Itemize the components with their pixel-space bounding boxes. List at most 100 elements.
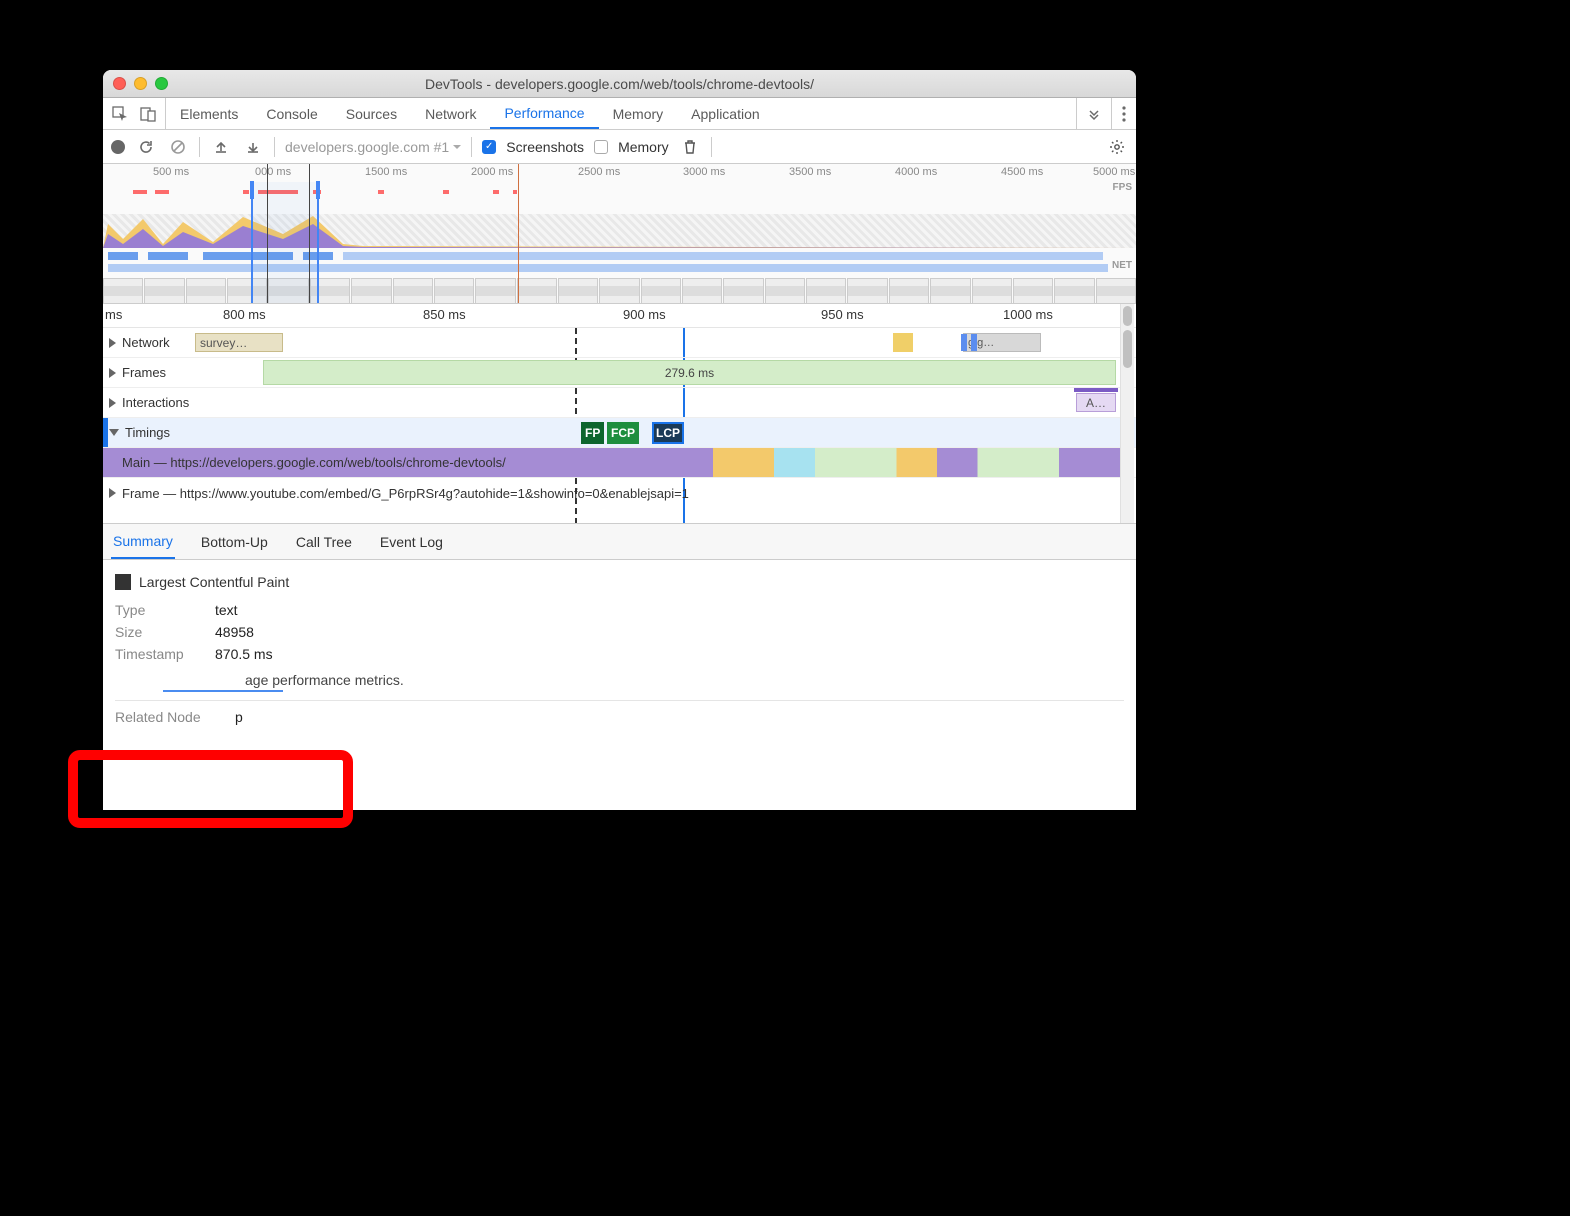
fcp-badge[interactable]: FCP — [607, 422, 639, 444]
ruler-scrollbar[interactable] — [1120, 304, 1134, 328]
ruler-tick: 2500 ms — [578, 166, 620, 178]
thumbnail[interactable] — [723, 278, 763, 304]
tab-bottom-up[interactable]: Bottom-Up — [199, 526, 270, 558]
track-network[interactable]: Network survey… g g… — [103, 328, 1136, 358]
thumbnail[interactable] — [847, 278, 887, 304]
thumbnail[interactable] — [765, 278, 805, 304]
ruler-tick: 800 ms — [223, 307, 266, 322]
track-frame[interactable]: Frame — https://www.youtube.com/embed/G_… — [103, 478, 1136, 508]
fp-badge[interactable]: FP — [581, 422, 604, 444]
thumbnail[interactable] — [351, 278, 391, 304]
field-value: text — [215, 602, 238, 618]
tab-elements[interactable]: Elements — [166, 98, 252, 129]
close-icon[interactable] — [113, 77, 126, 90]
titlebar: DevTools - developers.google.com/web/too… — [103, 70, 1136, 98]
field-label: Size — [115, 624, 205, 640]
tab-application[interactable]: Application — [677, 98, 774, 129]
expand-icon[interactable] — [109, 338, 116, 348]
tab-sources[interactable]: Sources — [332, 98, 411, 129]
more-tabs-button[interactable] — [1076, 98, 1111, 129]
tab-call-tree[interactable]: Call Tree — [294, 526, 354, 558]
track-frames[interactable]: Frames 279.6 ms — [103, 358, 1136, 388]
tab-memory[interactable]: Memory — [599, 98, 678, 129]
link-underline — [163, 690, 283, 692]
inspect-tools — [103, 98, 166, 129]
ruler-tick: 3000 ms — [683, 166, 725, 178]
overview-timeline[interactable]: 500 ms 000 ms 1500 ms 2000 ms 2500 ms 30… — [103, 164, 1136, 304]
thumbnail[interactable] — [641, 278, 681, 304]
thumbnail[interactable] — [806, 278, 846, 304]
thumbnail[interactable] — [1096, 278, 1136, 304]
summary-row-timestamp: Timestamp 870.5 ms — [115, 646, 1124, 662]
tab-event-log[interactable]: Event Log — [378, 526, 445, 558]
tab-console[interactable]: Console — [252, 98, 331, 129]
frame-duration: 279.6 ms — [665, 366, 714, 380]
thumbnail[interactable] — [599, 278, 639, 304]
session-selector[interactable]: developers.google.com #1 — [285, 139, 461, 155]
network-bar[interactable]: survey… — [195, 333, 283, 352]
thumbnail[interactable] — [103, 278, 143, 304]
fps-bar — [133, 190, 147, 194]
ruler-tick: 1500 ms — [365, 166, 407, 178]
interaction-bar[interactable]: A… — [1076, 393, 1116, 412]
track-timings[interactable]: Timings FP FCP LCP — [103, 418, 1136, 448]
device-toolbar-icon[interactable] — [137, 103, 159, 125]
record-button[interactable] — [111, 140, 125, 154]
reload-button[interactable] — [135, 136, 157, 158]
thumbnail[interactable] — [1013, 278, 1053, 304]
capture-settings-icon[interactable] — [1106, 136, 1128, 158]
fps-bar — [493, 190, 499, 194]
expand-icon[interactable] — [109, 368, 116, 378]
collapse-icon[interactable] — [109, 429, 119, 436]
scrollbar-thumb[interactable] — [1123, 306, 1132, 326]
tab-network[interactable]: Network — [411, 98, 490, 129]
summary-row-size: Size 48958 — [115, 624, 1124, 640]
track-label: Timings — [123, 425, 172, 440]
lcp-badge[interactable]: LCP — [652, 422, 684, 444]
selection-handle-right[interactable] — [316, 181, 320, 199]
screenshots-checkbox[interactable]: ✓ — [482, 140, 496, 154]
load-profile-icon[interactable] — [210, 136, 232, 158]
thumbnail[interactable] — [682, 278, 722, 304]
thumbnail[interactable] — [517, 278, 557, 304]
selection-handle-left[interactable] — [250, 181, 254, 199]
expand-icon[interactable] — [109, 488, 116, 498]
thumbnail[interactable] — [558, 278, 598, 304]
track-main[interactable]: Main — https://developers.google.com/web… — [103, 448, 1136, 478]
tab-performance[interactable]: Performance — [490, 98, 598, 129]
flamechart-scrollbar[interactable] — [1120, 328, 1134, 523]
thumbnail[interactable] — [186, 278, 226, 304]
frame-bar[interactable]: 279.6 ms — [263, 360, 1116, 385]
inspect-element-icon[interactable] — [109, 103, 131, 125]
collect-garbage-icon[interactable] — [679, 136, 701, 158]
thumbnail[interactable] — [930, 278, 970, 304]
network-bar[interactable] — [961, 334, 967, 351]
flamechart[interactable]: ms 800 ms 850 ms 900 ms 950 ms 1000 ms N… — [103, 304, 1136, 524]
field-value: 870.5 ms — [215, 646, 273, 662]
summary-row-related-node: Related Node p — [115, 700, 1124, 725]
settings-menu-icon[interactable] — [1111, 98, 1136, 129]
thumbnail[interactable] — [475, 278, 515, 304]
tab-summary[interactable]: Summary — [111, 525, 175, 559]
clear-button[interactable] — [167, 136, 189, 158]
thumbnail[interactable] — [144, 278, 184, 304]
related-node-link[interactable]: p — [235, 709, 243, 725]
tab-list: Elements Console Sources Network Perform… — [166, 98, 1076, 129]
scrollbar-thumb[interactable] — [1123, 330, 1132, 368]
save-profile-icon[interactable] — [242, 136, 264, 158]
minimize-icon[interactable] — [134, 77, 147, 90]
thumbnail[interactable] — [1054, 278, 1094, 304]
network-bar[interactable] — [893, 333, 913, 352]
thumbnail[interactable] — [972, 278, 1012, 304]
separator — [199, 137, 200, 157]
field-label: Related Node — [115, 709, 225, 725]
thumbnail[interactable] — [434, 278, 474, 304]
zoom-icon[interactable] — [155, 77, 168, 90]
ruler-tick: 1000 ms — [1003, 307, 1053, 322]
thumbnail[interactable] — [393, 278, 433, 304]
expand-icon[interactable] — [109, 398, 116, 408]
network-bar[interactable] — [971, 334, 977, 351]
memory-checkbox[interactable] — [594, 140, 608, 154]
thumbnail[interactable] — [889, 278, 929, 304]
track-interactions[interactable]: Interactions A… — [103, 388, 1136, 418]
